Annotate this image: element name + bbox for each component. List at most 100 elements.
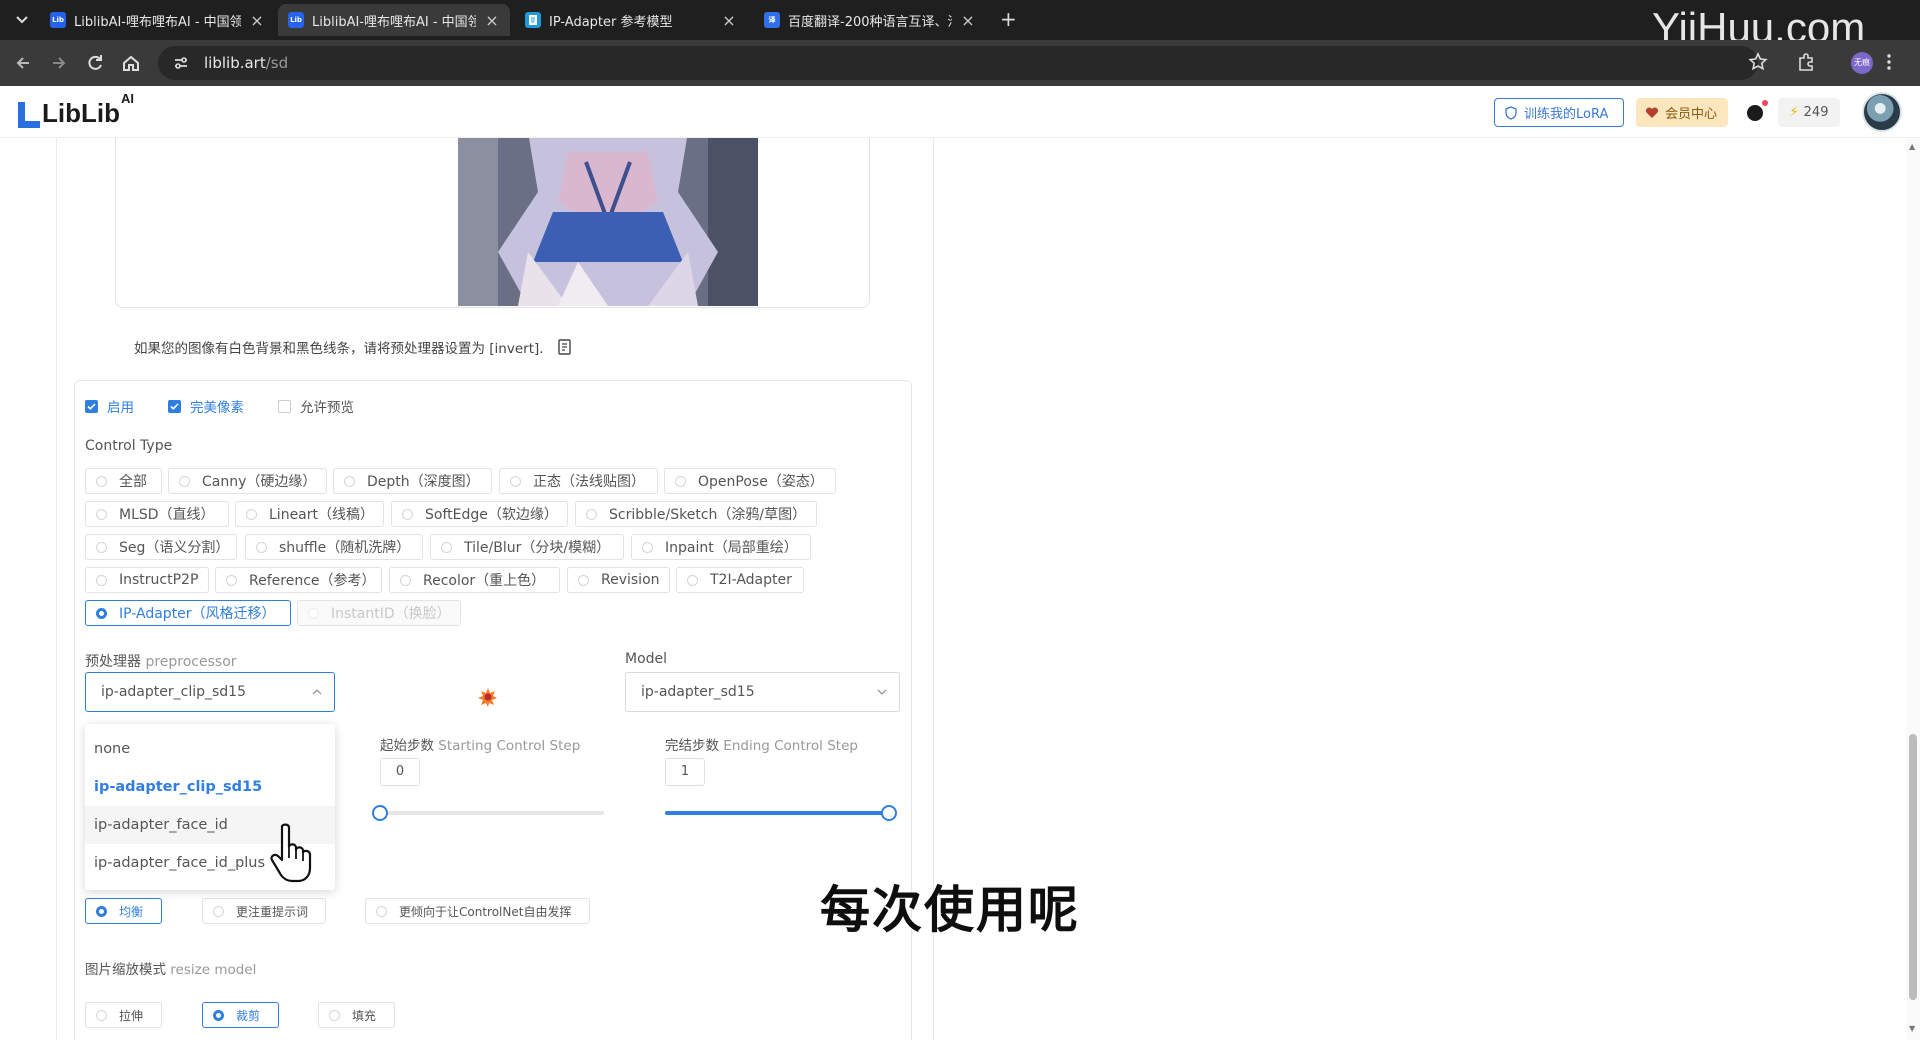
explosion-icon — [478, 688, 497, 707]
option-label: Revision — [601, 572, 660, 588]
control-type-option[interactable]: Lineart（线稿） — [235, 501, 384, 527]
option-label: 更注重提示词 — [236, 904, 309, 919]
control-type-option[interactable]: Reference（参考） — [215, 567, 382, 593]
tab-title: 百度翻译-200种语言互译、沟通 — [788, 14, 952, 30]
address-bar[interactable]: liblib.art/sd — [158, 46, 1758, 80]
control-type-option[interactable]: OpenPose（姿态） — [664, 468, 836, 494]
tab-liblib-1[interactable]: Lib LiblibAI-哩布哩布AI - 中国领先 × — [40, 4, 275, 36]
train-lora-label: 训练我的LoRA — [1524, 107, 1609, 122]
control-type-option[interactable]: shuffle（随机洗牌） — [245, 534, 423, 560]
control-type-option[interactable]: Scribble/Sketch（涂鸦/草图） — [575, 501, 817, 527]
pixel-perfect-label: 完美像素 — [190, 400, 244, 416]
tab-liblib-2[interactable]: Lib LiblibAI-哩布哩布AI - 中国领先 × — [278, 4, 510, 36]
profile-avatar[interactable]: 无痕 — [1851, 52, 1873, 74]
control-type-option[interactable]: Depth（深度图） — [333, 468, 492, 494]
radio-icon — [213, 905, 224, 917]
scrollbar-thumb[interactable] — [1909, 734, 1917, 1000]
starting-step-input[interactable]: 0 — [380, 758, 420, 786]
option-label: 拉伸 — [119, 1008, 144, 1023]
vip-center-button[interactable]: 会员中心 — [1636, 98, 1728, 127]
browser-tab-bar: Lib LiblibAI-哩布哩布AI - 中国领先 × Lib LiblibA… — [0, 0, 1920, 51]
edit-note-icon[interactable] — [556, 338, 574, 356]
option-label: MLSD（直线） — [119, 507, 215, 523]
control-type-option-selected[interactable]: IP-Adapter（风格迁移） — [85, 600, 291, 626]
option-label: 填充 — [352, 1008, 377, 1023]
preprocessor-option-selected[interactable]: ip-adapter_clip_sd15 — [85, 768, 335, 806]
reload-button[interactable] — [84, 52, 106, 74]
close-icon[interactable]: × — [484, 11, 500, 30]
option-label: 均衡 — [119, 904, 144, 919]
preprocessor-label-en: preprocessor — [145, 654, 237, 670]
enable-checkbox[interactable]: 启用 — [85, 396, 134, 416]
control-type-option[interactable]: Tile/Blur（分块/模糊） — [430, 534, 624, 560]
option-label: shuffle（随机洗牌） — [279, 540, 411, 556]
control-type-option[interactable]: Recolor（重上色） — [389, 567, 560, 593]
tab-title: LiblibAI-哩布哩布AI - 中国领先 — [312, 14, 476, 30]
resize-mode-stretch[interactable]: 拉伸 — [85, 1002, 162, 1028]
notification-button[interactable] — [1742, 98, 1768, 127]
app-header: LibLib AI 训练我的LoRA 会员中心 ⚡ 249 — [0, 86, 1920, 138]
control-mode-balanced[interactable]: 均衡 — [85, 898, 162, 924]
resize-mode-crop[interactable]: 裁剪 — [202, 1002, 279, 1028]
preprocessor-option[interactable]: none — [85, 730, 335, 768]
preprocessor-select[interactable]: ip-adapter_clip_sd15 — [85, 672, 335, 712]
extensions-button[interactable] — [1796, 52, 1818, 74]
page-scrollbar[interactable]: ▲ ▼ — [1906, 138, 1920, 1040]
invert-hint-text: 如果您的图像有白色背景和黑色线条，请将预处理器设置为 [invert]. — [134, 341, 544, 357]
control-type-option[interactable]: MLSD（直线） — [85, 501, 229, 527]
new-tab-button[interactable]: + — [1000, 9, 1017, 29]
run-preprocessor-button[interactable] — [477, 686, 499, 708]
control-type-option[interactable]: T2I-Adapter — [676, 567, 804, 593]
points-badge[interactable]: ⚡ 249 — [1778, 98, 1840, 127]
control-type-option[interactable]: InstructP2P — [85, 567, 209, 593]
ending-step-handle[interactable] — [881, 805, 897, 821]
option-label: Reference（参考） — [249, 573, 376, 589]
control-type-option[interactable]: 正态（法线贴图） — [499, 468, 658, 494]
forward-button[interactable] — [48, 52, 70, 74]
control-mode-controlnet[interactable]: 更倾向于让ControlNet自由发挥 — [365, 898, 590, 924]
url-path: /sd — [265, 54, 289, 72]
liblib-logo[interactable]: LibLib AI — [18, 91, 134, 128]
ending-step-label-zh: 完结步数 — [665, 738, 719, 754]
radio-icon — [578, 574, 589, 586]
control-type-option[interactable]: Seg（语义分割） — [85, 534, 237, 560]
control-mode-prompt[interactable]: 更注重提示词 — [202, 898, 326, 924]
option-label: 全部 — [119, 474, 147, 490]
back-button[interactable] — [12, 52, 34, 74]
tab-search-button[interactable] — [10, 9, 34, 31]
allow-preview-label: 允许预览 — [300, 400, 354, 416]
more-vertical-icon — [1887, 54, 1891, 70]
checkbox-checked-icon — [168, 399, 181, 413]
control-type-option[interactable]: Canny（硬边缘） — [168, 468, 327, 494]
allow-preview-checkbox[interactable]: 允许预览 — [278, 396, 354, 416]
ending-step-input[interactable]: 1 — [665, 758, 705, 786]
scroll-up-icon[interactable]: ▲ — [1909, 142, 1915, 151]
close-icon[interactable]: × — [721, 11, 737, 30]
control-type-option[interactable]: SoftEdge（软边缘） — [391, 501, 568, 527]
control-type-option[interactable]: Revision — [567, 567, 670, 593]
browser-menu-button[interactable] — [1886, 52, 1908, 74]
train-lora-button[interactable]: 训练我的LoRA — [1494, 98, 1624, 127]
tab-baidu-translate[interactable]: 译 百度翻译-200种语言互译、沟通 × — [754, 4, 986, 36]
scroll-down-icon[interactable]: ▼ — [1909, 1024, 1915, 1033]
close-icon[interactable]: × — [249, 11, 265, 30]
starting-step-handle[interactable] — [372, 805, 388, 821]
resize-mode-fill[interactable]: 填充 — [318, 1002, 395, 1028]
logo-sup: AI — [120, 91, 134, 106]
tab-ip-adapter[interactable]: IP-Adapter 参考模型 × — [515, 4, 747, 36]
site-settings-icon[interactable] — [172, 54, 190, 72]
user-avatar[interactable] — [1862, 92, 1902, 132]
option-label: InstructP2P — [119, 572, 199, 588]
model-select[interactable]: ip-adapter_sd15 — [625, 672, 900, 712]
close-icon[interactable]: × — [960, 11, 976, 30]
radio-icon — [441, 541, 452, 553]
reference-image-box[interactable] — [115, 138, 870, 308]
bookmark-button[interactable] — [1748, 52, 1770, 74]
pixel-perfect-checkbox[interactable]: 完美像素 — [168, 396, 244, 416]
arrow-right-icon — [53, 57, 66, 69]
starting-step-track[interactable] — [380, 811, 604, 815]
home-button[interactable] — [120, 52, 142, 74]
star-icon — [1748, 52, 1768, 71]
control-type-option[interactable]: Inpaint（局部重绘） — [631, 534, 811, 560]
control-type-option[interactable]: 全部 — [85, 468, 162, 494]
